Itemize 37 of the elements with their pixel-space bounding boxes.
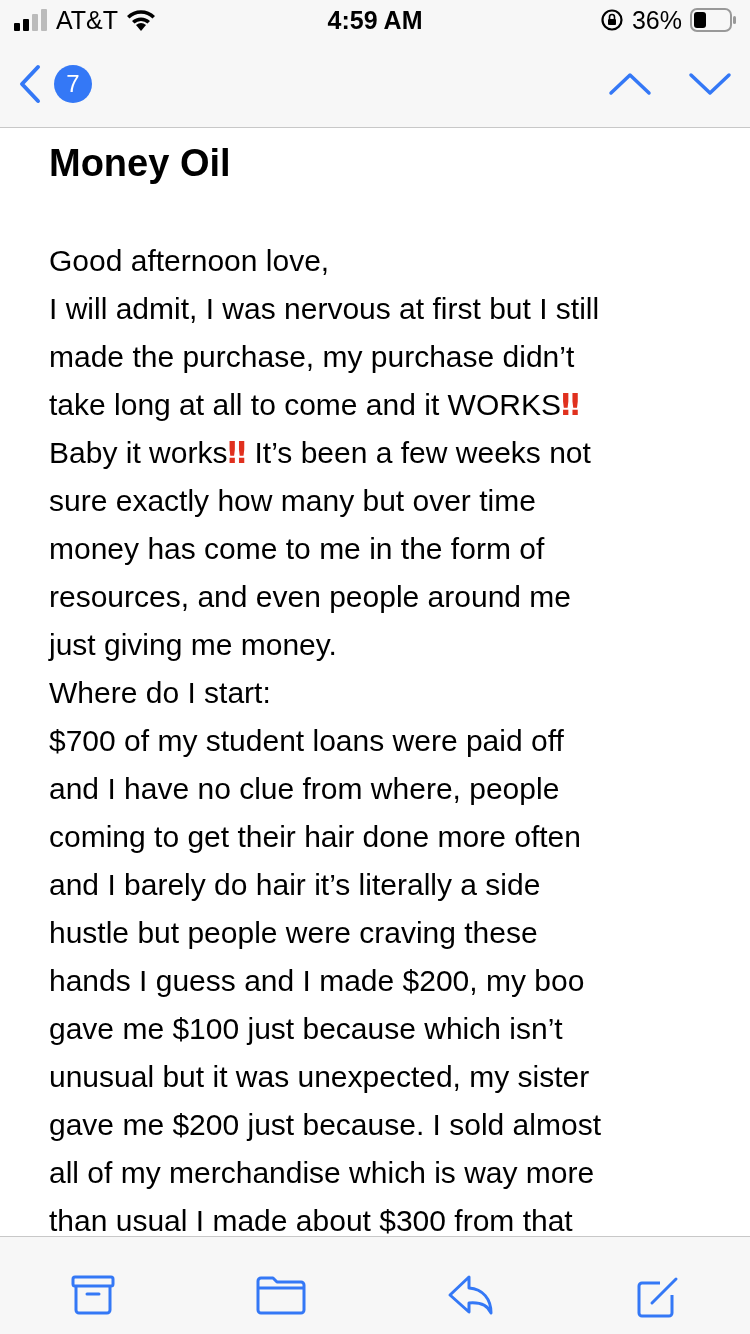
message-text-line: unusual but it was unexpected, my sister xyxy=(49,1059,591,1095)
message-text-line: take long at all to come and it WORKS‼ xyxy=(49,386,581,424)
previous-message-icon[interactable] xyxy=(608,71,652,96)
message-text-line: Where do I start: xyxy=(49,675,272,711)
message-text-line: $700 of my student loans were paid off xyxy=(49,723,565,759)
message-text-line: all of my merchandise which is way more xyxy=(49,1155,596,1191)
message-text-line: hustle but people were craving these xyxy=(49,915,539,951)
wifi-icon xyxy=(126,9,157,31)
message-text-line: gave me $200 just because. I sold almost xyxy=(49,1107,602,1143)
message-text-line: I will admit, I was nervous at first but I still xyxy=(49,291,601,327)
email-subject: Money Oil xyxy=(49,142,232,185)
message-text-line: and I have no clue from where, people xyxy=(49,771,561,807)
message-text-line: than usual I made about $300 from that xyxy=(49,1203,574,1239)
next-message-icon[interactable] xyxy=(688,71,732,96)
reply-icon[interactable] xyxy=(446,1275,495,1315)
battery-percent: 36% xyxy=(631,5,682,35)
signal-icon xyxy=(14,9,48,31)
message-text-line: coming to get their hair done more often xyxy=(49,819,582,855)
message-text-line: gave me $100 just because which isn’t xyxy=(49,1011,564,1047)
back-icon[interactable] xyxy=(18,63,42,104)
message-text-line: Good afternoon love, xyxy=(49,243,331,279)
rotation-lock-icon xyxy=(599,8,624,32)
compose-icon[interactable] xyxy=(635,1275,680,1319)
message-text-line: money has come to me in the form of xyxy=(49,531,546,567)
clock-time: 4:59 AM xyxy=(327,5,423,35)
message-text-line: and I barely do hair it’s literally a side xyxy=(49,867,542,903)
message-text-line: made the purchase, my purchase didn’t xyxy=(49,339,576,375)
archive-icon[interactable] xyxy=(70,1275,115,1315)
message-text-line: just giving me money. xyxy=(49,627,338,663)
message-text-line: Baby it works‼ It’s been a few weeks not xyxy=(49,434,592,472)
battery-icon xyxy=(690,8,736,32)
unread-count-badge: 7 xyxy=(54,64,92,103)
message-text-line: sure exactly how many but over time xyxy=(49,483,537,519)
message-text-line: hands I guess and I made $200, my boo xyxy=(49,963,586,999)
message-text-line: resources, and even people around me xyxy=(49,579,572,615)
folder-icon[interactable] xyxy=(255,1275,306,1315)
carrier-name: AT&T xyxy=(56,5,119,35)
